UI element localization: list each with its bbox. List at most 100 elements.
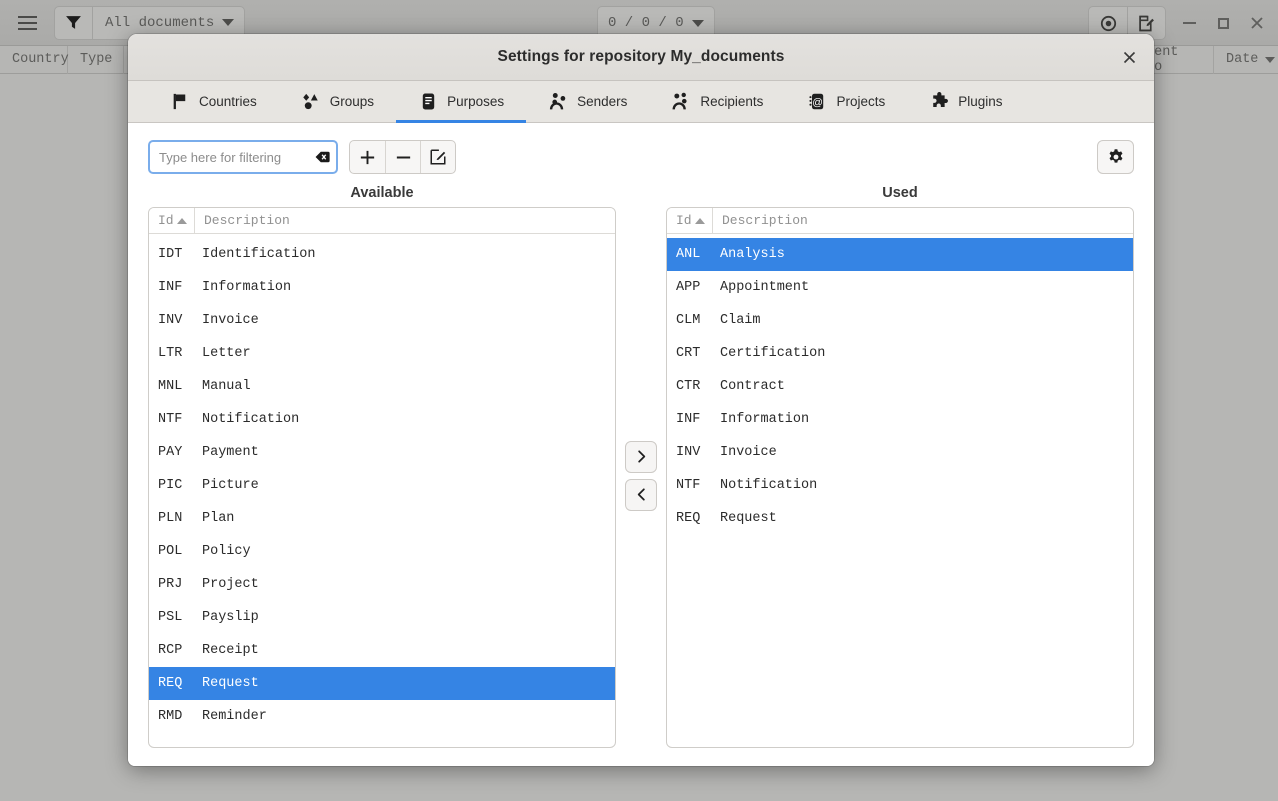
table-row[interactable]: RMD Reminder [149,700,615,733]
move-left-button[interactable] [625,478,657,511]
table-row[interactable]: CTR Contract [667,370,1133,403]
tab-purposes[interactable]: Purposes [396,81,527,123]
row-description: Identification [202,247,316,262]
row-description: Project [202,577,259,592]
purposes-toolbar [148,139,1134,175]
row-id: PLN [158,511,183,526]
gear-icon [1109,149,1122,163]
table-row[interactable]: INV Invoice [667,436,1133,469]
column-header-country[interactable]: Country [0,45,69,74]
column-header-description[interactable]: Description [713,208,817,233]
chevron-down-icon [222,19,235,26]
tab-groups[interactable]: Groups [279,81,396,122]
document-icon [418,92,438,112]
settings-tabbar: Countries Groups Purposes Senders Recipi… [128,81,1154,123]
table-row[interactable]: PLN Plan [149,502,615,535]
row-description: Invoice [720,445,777,460]
table-row[interactable]: RCP Receipt [149,634,615,667]
column-header-date-label: Date [1226,52,1259,67]
table-row[interactable]: CRT Certification [667,337,1133,370]
window-close-button[interactable] [1240,6,1274,40]
dialog-close-button[interactable] [1116,44,1142,70]
transfer-panes: Available Id Description IDT Identificati… [148,185,1134,748]
settings-dialog: Settings for repository My_documents Cou… [128,34,1154,766]
available-list-header: Id Description [149,208,615,234]
used-list-header: Id Description [667,208,1133,234]
row-id: ANL [676,247,701,262]
table-row[interactable]: CLM Claim [667,304,1133,337]
row-description: Manual [202,379,251,394]
row-description: Picture [202,478,259,493]
window-minimize-button[interactable] [1172,6,1206,40]
column-header-date[interactable]: Date [1214,46,1278,74]
add-button[interactable] [350,141,385,173]
row-description: Invoice [202,313,259,328]
tab-recipients[interactable]: Recipients [649,81,785,122]
table-row[interactable]: MNL Manual [149,370,615,403]
table-row[interactable]: PSL Payslip [149,601,615,634]
hamburger-menu-icon[interactable] [10,6,44,40]
row-id: REQ [158,676,183,691]
table-row[interactable]: REQ Request [667,502,1133,535]
transfer-buttons [616,185,666,748]
table-row[interactable]: PAY Payment [149,436,615,469]
row-description: Notification [720,478,818,493]
table-row[interactable]: IDT Identification [149,238,615,271]
table-row[interactable]: REQ Request [149,667,615,700]
row-description: Contract [720,379,785,394]
table-row[interactable]: NTF Notification [667,469,1133,502]
close-icon [1251,17,1263,29]
row-id: NTF [158,412,183,427]
table-row[interactable]: NTF Notification [149,403,615,436]
row-description: Information [202,280,292,295]
row-id: LTR [158,346,183,361]
row-description: Information [720,412,810,427]
funnel-icon [55,6,93,39]
row-description: Reminder [202,709,267,724]
edit-button[interactable] [420,141,455,173]
table-row[interactable]: INF Information [667,403,1133,436]
table-row[interactable]: APP Appointment [667,271,1133,304]
document-filter-label: All documents [105,14,215,31]
used-title: Used [882,185,918,201]
table-row[interactable]: LTR Letter [149,337,615,370]
row-description: Payslip [202,610,259,625]
row-description: Certification [720,346,826,361]
chevron-down-icon [691,19,704,27]
column-header-description[interactable]: Description [195,208,299,233]
tab-plugins[interactable]: Plugins [907,81,1024,122]
available-pane: Available Id Description IDT Identificati… [148,185,616,748]
settings-button[interactable] [1097,140,1134,174]
tab-countries[interactable]: Countries [148,81,279,122]
tab-label: Recipients [700,94,764,109]
crud-button-group [349,140,456,174]
row-id: INV [158,313,183,328]
column-header-id[interactable]: Id [667,208,713,233]
table-row[interactable]: INF Information [149,271,615,304]
row-description: Claim [720,313,761,328]
document-count-label: 0 / 0 / 0 [608,15,684,31]
chevron-right-icon [637,450,645,463]
row-id: INF [676,412,701,427]
remove-button[interactable] [385,141,420,173]
column-header-id[interactable]: Id [149,208,195,233]
tab-label: Projects [836,94,886,109]
move-right-button[interactable] [625,440,657,473]
chevron-down-icon [1265,56,1276,63]
plus-icon [360,150,375,164]
dialog-header: Settings for repository My_documents [128,34,1154,81]
row-description: Notification [202,412,300,427]
clear-icon[interactable] [315,150,330,165]
table-row[interactable]: PRJ Project [149,568,615,601]
used-rows: ANL Analysis APP Appointment CLM Claim CRT Cert… [667,234,1133,747]
table-row[interactable]: ANL Analysis [667,238,1133,271]
column-header-type[interactable]: Type [68,45,124,74]
table-row[interactable]: PIC Picture [149,469,615,502]
tab-projects[interactable]: @ Projects [785,81,907,122]
table-row[interactable]: INV Invoice [149,304,615,337]
filter-input[interactable] [148,140,338,174]
table-row[interactable]: POL Policy [149,535,615,568]
row-id: CTR [676,379,701,394]
tab-senders[interactable]: Senders [526,81,649,122]
window-maximize-button[interactable] [1206,6,1240,40]
